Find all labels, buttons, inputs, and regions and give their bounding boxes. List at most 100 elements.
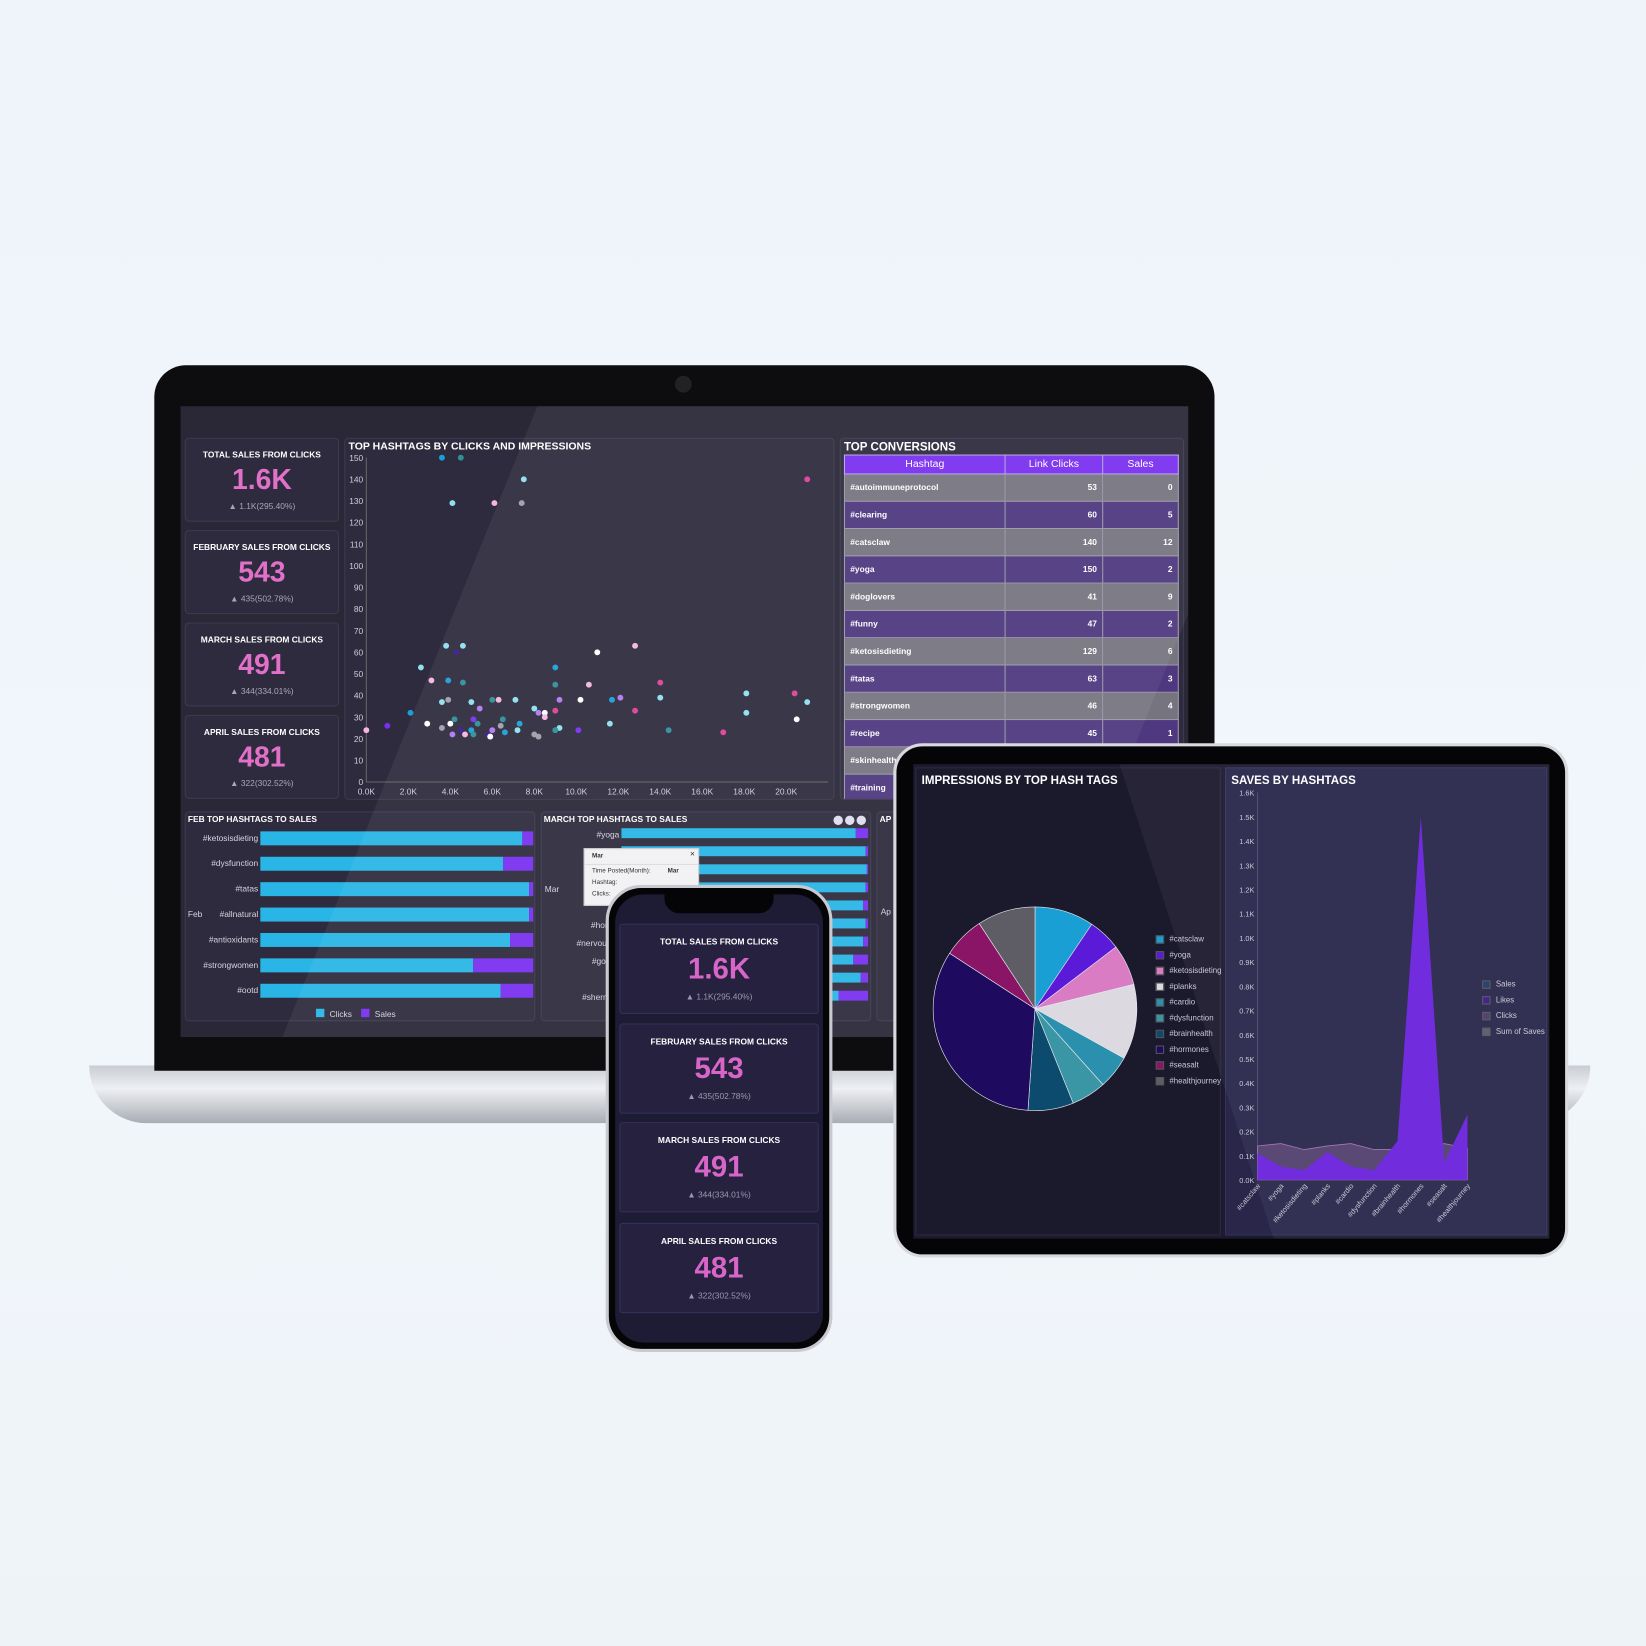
scatter-point[interactable] [632, 707, 639, 714]
column-header[interactable]: Hashtag [843, 454, 1006, 475]
scatter-point[interactable] [438, 725, 445, 731]
scatter-point[interactable] [424, 720, 431, 727]
scatter-point[interactable] [474, 720, 481, 727]
table-row[interactable]: #doglovers 41 9 [843, 582, 1179, 611]
clicks-bar[interactable] [260, 958, 474, 973]
scatter-point[interactable] [451, 716, 458, 723]
table-row[interactable]: #clearing 60 5 [843, 500, 1179, 530]
scatter-point[interactable] [632, 642, 639, 649]
scatter-point[interactable] [793, 716, 800, 723]
column-header[interactable]: Link Clicks [1004, 454, 1104, 475]
table-row[interactable]: #strongwomen 46 4 [843, 691, 1179, 721]
scatter-point[interactable] [577, 696, 584, 703]
scatter-point[interactable] [535, 733, 542, 740]
sales-bar[interactable] [865, 846, 869, 857]
table-row[interactable]: #ketosisdieting 129 6 [843, 637, 1179, 666]
close-icon[interactable]: × [690, 849, 695, 858]
sales-bar[interactable] [863, 900, 869, 911]
scatter-point[interactable] [665, 727, 672, 734]
scatter-point[interactable] [462, 731, 468, 738]
clicks-bar[interactable] [260, 882, 530, 897]
sales-bar[interactable] [860, 972, 869, 983]
scatter-point[interactable] [556, 696, 563, 703]
scatter-point[interactable] [501, 729, 508, 736]
scatter-point[interactable] [489, 727, 496, 734]
scatter-point[interactable] [453, 649, 460, 656]
scatter-point[interactable] [438, 454, 445, 461]
scatter-point[interactable] [585, 681, 592, 688]
scatter-point[interactable] [457, 727, 464, 734]
scatter-point[interactable] [449, 731, 456, 738]
scatter-point[interactable] [445, 696, 452, 703]
sales-bar[interactable] [838, 990, 869, 1001]
table-row[interactable]: #yoga 150 2 [843, 555, 1179, 584]
sales-bar[interactable] [510, 932, 534, 947]
sales-bar[interactable] [863, 936, 869, 947]
scatter-point[interactable] [459, 642, 466, 649]
scatter-point[interactable] [552, 707, 559, 714]
scatter-point[interactable] [609, 696, 615, 703]
sales-bar[interactable] [529, 882, 534, 897]
scatter-point[interactable] [535, 709, 542, 716]
scatter-point[interactable] [449, 500, 456, 507]
scatter-point[interactable] [495, 696, 502, 703]
sales-bar[interactable] [522, 831, 534, 846]
scatter-point[interactable] [531, 705, 538, 712]
scatter-point[interactable] [520, 476, 527, 483]
table-row[interactable]: #autoimmuneprotocol 53 0 [843, 473, 1179, 502]
scatter-point[interactable] [512, 696, 519, 703]
table-row[interactable]: #funny 47 2 [843, 609, 1179, 639]
scatter-point[interactable] [499, 716, 506, 723]
scatter-point[interactable] [575, 727, 582, 734]
scatter-point[interactable] [470, 731, 477, 738]
scatter-point[interactable] [428, 677, 435, 684]
scatter-point[interactable] [743, 690, 750, 697]
scatter-point[interactable] [438, 699, 445, 705]
scatter-point[interactable] [443, 642, 450, 649]
scatter-point[interactable] [541, 714, 548, 721]
scatter-point[interactable] [384, 722, 391, 729]
scatter-point[interactable] [470, 716, 477, 723]
clicks-bar[interactable] [260, 856, 504, 871]
scatter-point[interactable] [617, 694, 624, 701]
scatter-point[interactable] [447, 720, 454, 727]
scatter-point[interactable] [552, 727, 559, 734]
clicks-bar[interactable] [260, 932, 511, 947]
scatter-point[interactable] [594, 649, 601, 656]
scatter-point[interactable] [514, 727, 521, 734]
scatter-point[interactable] [552, 681, 559, 688]
scatter-point[interactable] [417, 664, 424, 671]
clicks-bar[interactable] [260, 907, 530, 922]
scatter-point[interactable] [476, 705, 483, 712]
column-header[interactable]: Sales [1102, 454, 1179, 475]
feb-bar-chart[interactable]: #ketosisdieting #dysfunction #tatas #allnat… [186, 812, 537, 1022]
scatter-point[interactable] [606, 720, 613, 727]
sales-bar[interactable] [529, 907, 534, 922]
table-row[interactable]: #tatas 63 3 [843, 664, 1179, 693]
scatter-point[interactable] [445, 677, 452, 684]
scatter-chart[interactable]: 01020304050607080901001101201301401500.0… [345, 439, 835, 801]
scatter-point[interactable] [489, 696, 496, 703]
scatter-point[interactable] [468, 699, 475, 705]
scatter-point[interactable] [791, 690, 798, 697]
scatter-point[interactable] [407, 709, 414, 716]
legend-item[interactable]: #seasalt [1155, 1057, 1222, 1073]
clicks-bar[interactable] [260, 831, 523, 846]
scatter-point[interactable] [516, 720, 523, 727]
sales-bar[interactable] [865, 918, 869, 929]
sales-bar[interactable] [866, 864, 869, 875]
sales-bar[interactable] [865, 882, 869, 893]
clicks-bar[interactable] [621, 828, 856, 839]
clicks-bar[interactable] [260, 983, 501, 998]
scatter-point[interactable] [363, 727, 370, 734]
sales-bar[interactable] [855, 828, 869, 839]
legend-item[interactable]: #healthjourney [1155, 1073, 1222, 1089]
scatter-point[interactable] [804, 699, 811, 705]
table-row[interactable]: #catsclaw 140 12 [843, 527, 1179, 557]
scatter-point[interactable] [497, 722, 504, 729]
sales-bar[interactable] [503, 856, 534, 871]
scatter-point[interactable] [657, 694, 664, 701]
scatter-point[interactable] [487, 733, 494, 740]
scatter-point[interactable] [491, 500, 498, 507]
scatter-point[interactable] [720, 729, 727, 736]
